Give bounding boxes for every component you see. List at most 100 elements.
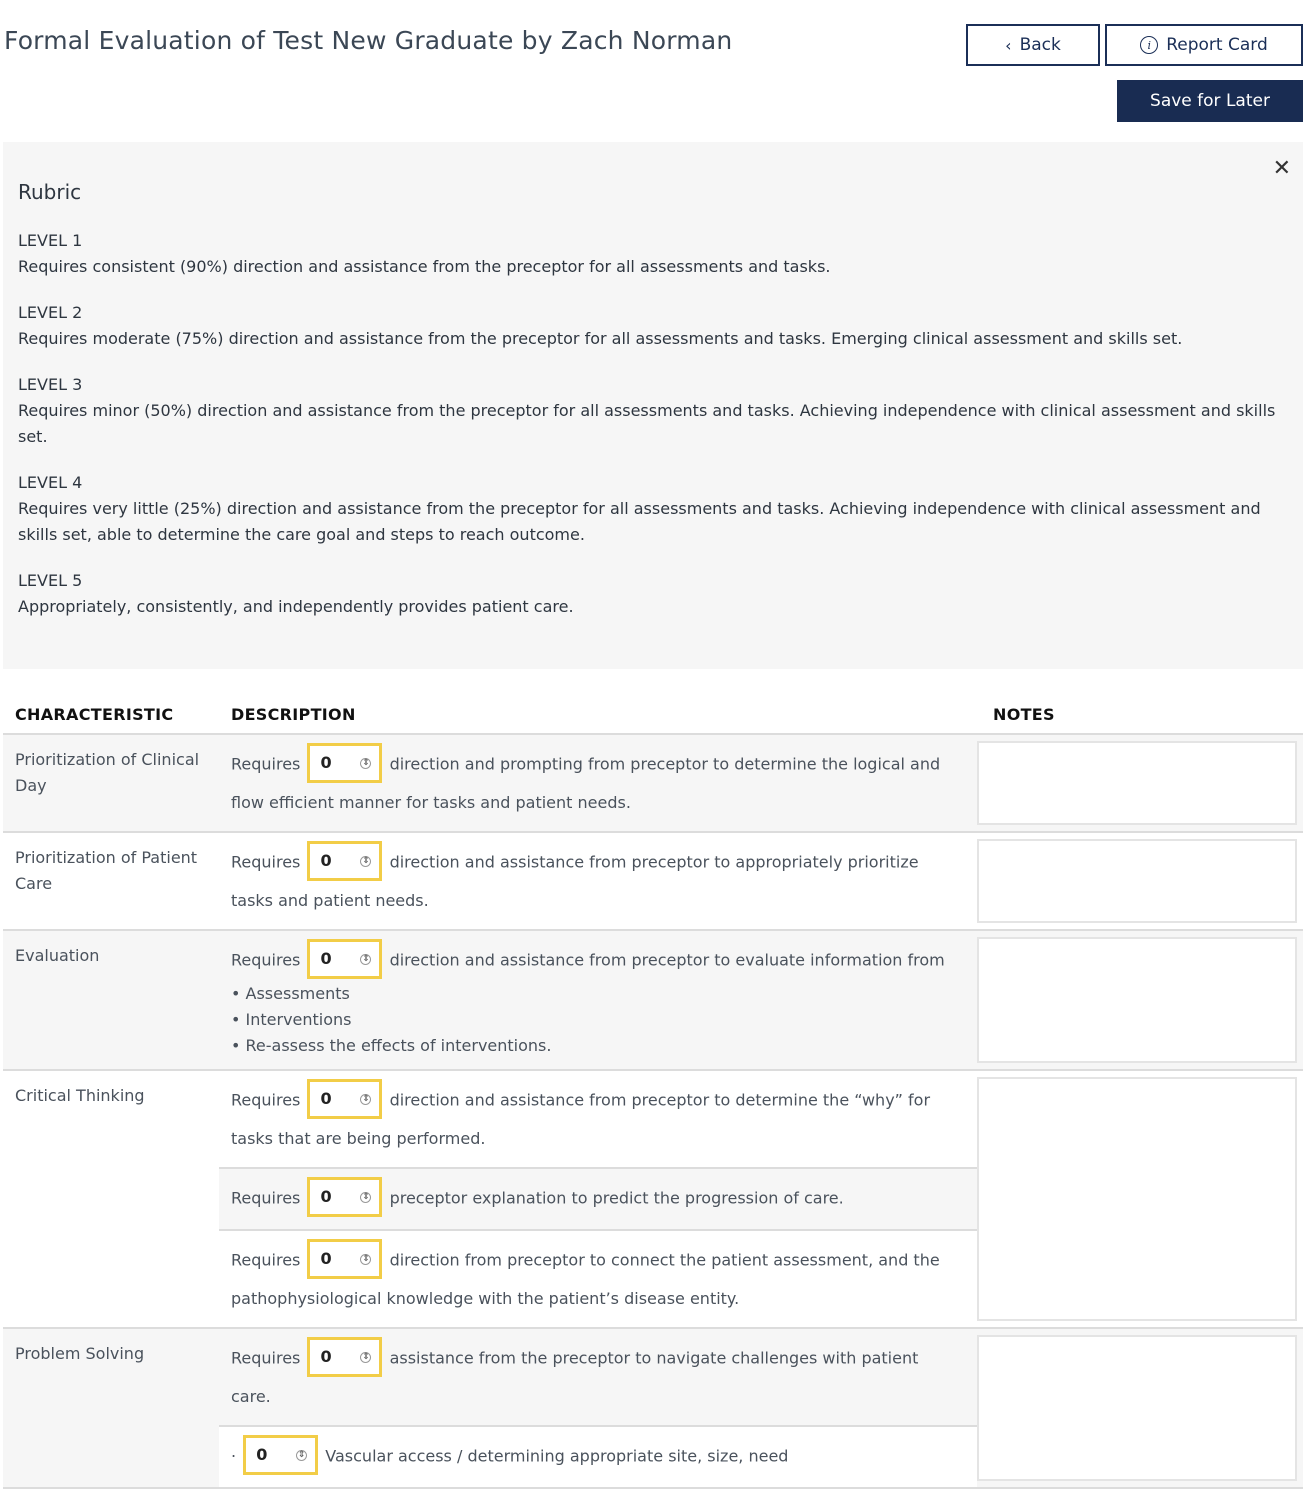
description-item: Requires 0 ⇕ direction and prompting fro… bbox=[219, 735, 977, 831]
requires-label: Requires bbox=[231, 852, 301, 872]
notes-cell bbox=[977, 1071, 1303, 1327]
rubric-level: LEVEL 3 Requires minor (50%) direction a… bbox=[18, 372, 1288, 450]
requires-label: Requires bbox=[231, 1348, 301, 1368]
level-value: 0 bbox=[320, 1187, 332, 1206]
rubric-level: LEVEL 4 Requires very little (25%) direc… bbox=[18, 470, 1288, 548]
level-description: Requires very little (25%) direction and… bbox=[18, 499, 1261, 544]
description-item: Requires 0 ⇕ assistance from the precept… bbox=[219, 1329, 977, 1425]
level-value: 0 bbox=[320, 1249, 332, 1268]
level-description: Requires moderate (75%) direction and as… bbox=[18, 329, 1183, 348]
description-item: Requires 0 ⇕ direction and assistance fr… bbox=[219, 931, 977, 1069]
level-value: 0 bbox=[320, 1347, 332, 1366]
report-card-label: Report Card bbox=[1166, 35, 1268, 55]
page-title: Formal Evaluation of Test New Graduate b… bbox=[4, 26, 733, 55]
spinner-icon[interactable]: ⇕ bbox=[360, 757, 372, 769]
characteristic-name: Evaluation bbox=[15, 946, 100, 965]
rubric-level: LEVEL 2 Requires moderate (75%) directio… bbox=[18, 300, 1288, 352]
notes-cell bbox=[977, 931, 1303, 1069]
requires-label: Requires bbox=[231, 1188, 301, 1208]
characteristic-name: Prioritization of Clinical Day bbox=[15, 750, 200, 795]
back-button[interactable]: ‹ Back bbox=[966, 24, 1100, 66]
close-icon[interactable]: ✕ bbox=[1273, 158, 1291, 180]
table-row: Prioritization of Patient Care Requires … bbox=[3, 833, 1303, 931]
info-icon: i bbox=[1140, 36, 1159, 54]
chevron-left-icon: ‹ bbox=[1005, 35, 1012, 55]
rubric-panel: ✕ Rubric LEVEL 1 Requires consistent (90… bbox=[3, 142, 1303, 669]
description-item: Requires 0 ⇕ direction from preceptor to… bbox=[219, 1229, 977, 1327]
header-notes: NOTES bbox=[993, 704, 1055, 724]
notes-textarea[interactable] bbox=[977, 1077, 1297, 1321]
spinner-icon[interactable]: ⇕ bbox=[360, 855, 372, 867]
level-number-input[interactable]: 0 ⇕ bbox=[307, 1337, 383, 1377]
spinner-icon[interactable]: ⇕ bbox=[360, 1351, 372, 1363]
requires-label: Requires bbox=[231, 1090, 301, 1110]
description-item: Requires 0 ⇕ preceptor explanation to pr… bbox=[219, 1167, 977, 1229]
level-number-input[interactable]: 0 ⇕ bbox=[307, 939, 383, 979]
report-card-button[interactable]: i Report Card bbox=[1105, 24, 1303, 66]
rubric-title: Rubric bbox=[18, 180, 82, 204]
description-item: · 0 ⇕ Vascular access / determining appr… bbox=[219, 1425, 977, 1487]
description-cell: Requires 0 ⇕ assistance from the precept… bbox=[219, 1329, 977, 1487]
table-header: CHARACTERISTIC DESCRIPTION NOTES bbox=[3, 695, 1303, 735]
spinner-icon[interactable]: ⇕ bbox=[360, 953, 372, 965]
level-name: LEVEL 2 bbox=[18, 303, 83, 322]
level-name: LEVEL 1 bbox=[18, 231, 83, 250]
spinner-icon[interactable]: ⇕ bbox=[360, 1093, 372, 1105]
level-value: 0 bbox=[320, 949, 332, 968]
level-number-input[interactable]: 0 ⇕ bbox=[307, 841, 383, 881]
rubric-level: LEVEL 5 Appropriately, consistently, and… bbox=[18, 568, 1288, 620]
notes-textarea[interactable] bbox=[977, 839, 1297, 923]
level-number-input[interactable]: 0 ⇕ bbox=[307, 743, 383, 783]
back-label: Back bbox=[1019, 35, 1061, 55]
level-name: LEVEL 5 bbox=[18, 571, 83, 590]
table-row: Prioritization of Clinical Day Requires … bbox=[3, 735, 1303, 833]
bullet-prefix: · bbox=[231, 1446, 237, 1466]
evaluation-table: CHARACTERISTIC DESCRIPTION NOTES Priorit… bbox=[3, 695, 1303, 1489]
notes-cell bbox=[977, 1329, 1303, 1487]
save-for-later-button[interactable]: Save for Later bbox=[1117, 80, 1303, 122]
bullet-item: • Re-assess the effects of interventions… bbox=[231, 1036, 552, 1055]
rubric-level: LEVEL 1 Requires consistent (90%) direct… bbox=[18, 228, 1288, 280]
level-value: 0 bbox=[320, 1089, 332, 1108]
notes-textarea[interactable] bbox=[977, 741, 1297, 825]
spinner-icon[interactable]: ⇕ bbox=[360, 1253, 372, 1265]
notes-textarea[interactable] bbox=[977, 1335, 1297, 1481]
notes-textarea[interactable] bbox=[977, 937, 1297, 1063]
level-value: 0 bbox=[256, 1445, 268, 1464]
level-name: LEVEL 4 bbox=[18, 473, 83, 492]
notes-cell bbox=[977, 735, 1303, 831]
description-cell: Requires 0 ⇕ direction and assistance fr… bbox=[219, 931, 977, 1069]
table-row: Problem Solving Requires 0 ⇕ assistance … bbox=[3, 1329, 1303, 1489]
requires-label: Requires bbox=[231, 1250, 301, 1270]
level-description: Requires minor (50%) direction and assis… bbox=[18, 401, 1276, 446]
description-cell: Requires 0 ⇕ direction and assistance fr… bbox=[219, 833, 977, 929]
level-number-input[interactable]: 0 ⇕ bbox=[243, 1435, 319, 1475]
requires-label: Requires bbox=[231, 754, 301, 774]
level-value: 0 bbox=[320, 753, 332, 772]
spinner-icon[interactable]: ⇕ bbox=[296, 1449, 308, 1461]
notes-cell bbox=[977, 833, 1303, 929]
level-description: Appropriately, consistently, and indepen… bbox=[18, 597, 574, 616]
characteristic-name: Critical Thinking bbox=[15, 1086, 145, 1105]
requires-label: Requires bbox=[231, 950, 301, 970]
table-row: Critical Thinking Requires 0 ⇕ direction… bbox=[3, 1071, 1303, 1329]
description-item: Requires 0 ⇕ direction and assistance fr… bbox=[219, 1071, 977, 1167]
header-description: DESCRIPTION bbox=[231, 704, 356, 724]
bullet-item: • Interventions bbox=[231, 1010, 352, 1029]
level-description: Requires consistent (90%) direction and … bbox=[18, 257, 831, 276]
level-number-input[interactable]: 0 ⇕ bbox=[307, 1239, 383, 1279]
description-text: direction and assistance from preceptor … bbox=[389, 950, 945, 970]
description-cell: Requires 0 ⇕ direction and prompting fro… bbox=[219, 735, 977, 831]
description-item: Requires 0 ⇕ direction and assistance fr… bbox=[219, 833, 977, 929]
spinner-icon[interactable]: ⇕ bbox=[360, 1191, 372, 1203]
level-number-input[interactable]: 0 ⇕ bbox=[307, 1079, 383, 1119]
header-characteristic: CHARACTERISTIC bbox=[15, 704, 174, 724]
bullet-item: • Assessments bbox=[231, 984, 350, 1003]
characteristic-name: Prioritization of Patient Care bbox=[15, 848, 198, 893]
level-name: LEVEL 3 bbox=[18, 375, 83, 394]
characteristic-name: Problem Solving bbox=[15, 1344, 145, 1363]
description-text: preceptor explanation to predict the pro… bbox=[389, 1188, 844, 1208]
description-cell: Requires 0 ⇕ direction and assistance fr… bbox=[219, 1071, 977, 1327]
level-number-input[interactable]: 0 ⇕ bbox=[307, 1177, 383, 1217]
level-value: 0 bbox=[320, 851, 332, 870]
